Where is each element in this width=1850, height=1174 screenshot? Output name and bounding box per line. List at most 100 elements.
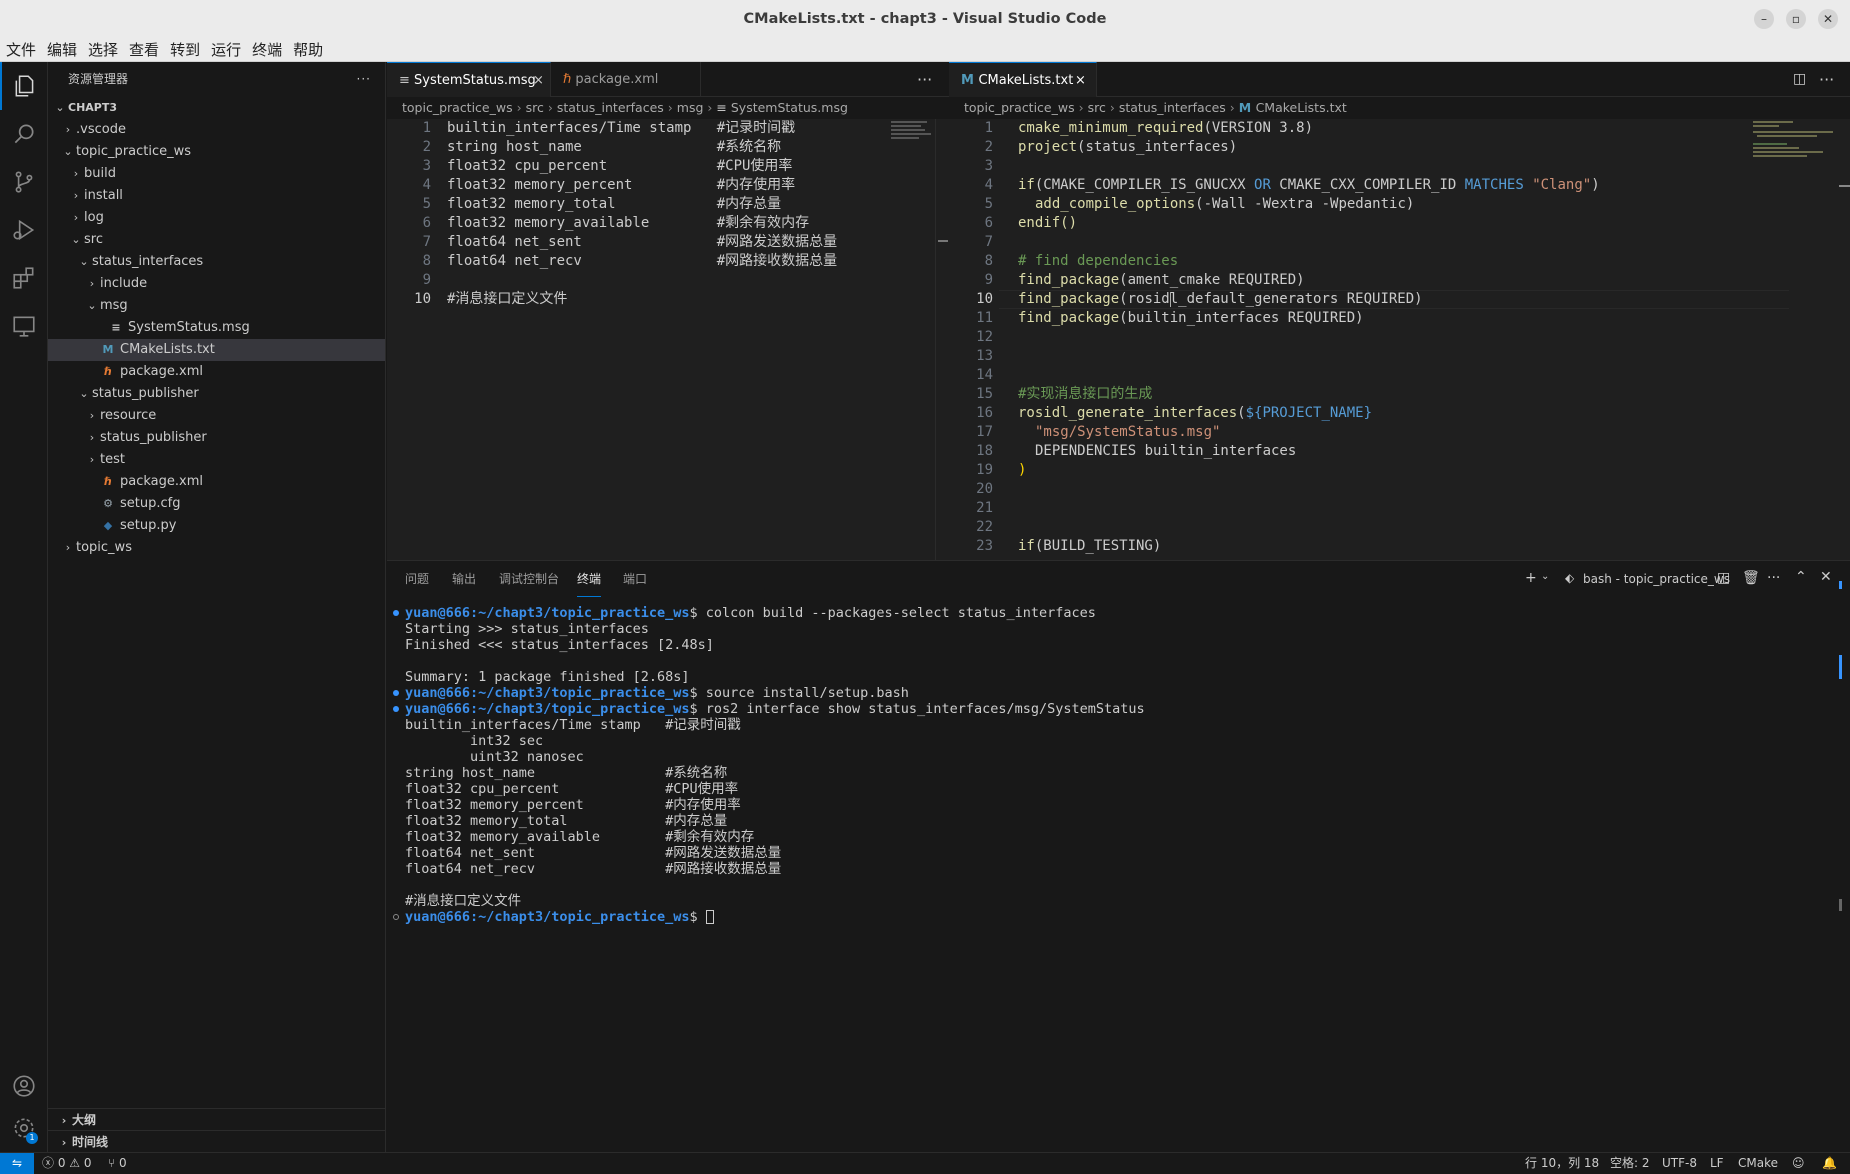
tree-folder[interactable]: › install <box>48 185 385 207</box>
menu-view[interactable]: 查看 <box>123 38 164 62</box>
tree-folder[interactable]: › test <box>48 449 385 471</box>
explorer-icon[interactable] <box>0 62 48 110</box>
encoding[interactable]: UTF-8 <box>1662 1153 1697 1173</box>
tab-systemstatus-msg[interactable]: ≡ SystemStatus.msg × <box>387 62 551 97</box>
language-mode[interactable]: CMake <box>1738 1153 1778 1173</box>
close-tab-icon[interactable]: × <box>533 63 544 98</box>
command-status-dot[interactable] <box>393 690 399 696</box>
crumb[interactable]: msg <box>677 100 704 115</box>
timeline-section[interactable]: › 时间线 <box>48 1130 385 1152</box>
chevron-down-icon[interactable]: ⌄ <box>1541 571 1549 582</box>
tree-folder[interactable]: ⌄ msg <box>48 295 385 317</box>
tab-debug-console[interactable]: 调试控制台 <box>499 561 559 597</box>
run-debug-icon[interactable] <box>0 206 48 254</box>
minimap[interactable] <box>883 119 935 159</box>
menu-go[interactable]: 转到 <box>164 38 205 62</box>
maximize-panel-icon[interactable]: ⌃ <box>1795 569 1807 585</box>
tree-file[interactable]: ℏ package.xml <box>48 471 385 493</box>
crumb[interactable]: CMakeLists.txt <box>1256 100 1347 115</box>
kill-terminal-icon[interactable]: 🗑 <box>1742 570 1760 586</box>
notifications-bell-icon[interactable]: 🔔 <box>1822 1153 1837 1173</box>
search-icon[interactable] <box>0 110 48 158</box>
crumb[interactable]: status_interfaces <box>1119 100 1226 115</box>
indentation[interactable]: 空格: 2 <box>1610 1153 1650 1173</box>
tree-item-label: src <box>84 232 103 247</box>
tab-problems[interactable]: 问题 <box>405 561 429 597</box>
terminal-name[interactable]: bash - topic_practice_ws <box>1583 561 1730 597</box>
crumb[interactable]: status_interfaces <box>557 100 664 115</box>
split-terminal-icon[interactable]: ◫ <box>1717 570 1730 586</box>
tree-file[interactable]: ⚙ setup.cfg <box>48 493 385 515</box>
terminal-output[interactable]: yuan@666:~/chapt3/topic_practice_ws$ col… <box>387 605 1850 1145</box>
close-tab-icon[interactable]: × <box>1075 63 1086 98</box>
extensions-icon[interactable] <box>0 254 48 302</box>
close-window-button[interactable]: ✕ <box>1818 9 1838 29</box>
remote-indicator-icon[interactable]: ⇋ <box>0 1153 34 1174</box>
tree-folder[interactable]: › include <box>48 273 385 295</box>
command-status-dot[interactable] <box>393 610 399 616</box>
manage-gear-icon[interactable]: 1 <box>0 1104 48 1152</box>
tree-folder[interactable]: ⌄ topic_practice_ws <box>48 141 385 163</box>
cursor-position[interactable]: 行 10，列 18 <box>1525 1153 1599 1173</box>
menu-edit[interactable]: 编辑 <box>41 38 82 62</box>
tree-folder[interactable]: › build <box>48 163 385 185</box>
tab-terminal[interactable]: 终端 <box>577 561 602 597</box>
end-of-line[interactable]: LF <box>1710 1153 1724 1173</box>
source-control-icon[interactable] <box>0 158 48 206</box>
command-status-dot[interactable] <box>393 914 399 920</box>
restore-button[interactable]: ▫ <box>1786 9 1806 29</box>
remote-explorer-icon[interactable] <box>0 302 48 350</box>
tree-folder[interactable]: ⌄ status_interfaces <box>48 251 385 273</box>
editor-actions-icon[interactable]: ··· <box>1819 62 1834 97</box>
tree-file[interactable]: ≡ SystemStatus.msg <box>48 317 385 339</box>
terminal-command: $ ros2 interface show status_interfaces/… <box>689 701 1145 717</box>
crumb[interactable]: src <box>1088 100 1106 115</box>
tree-folder[interactable]: › topic_ws <box>48 537 385 559</box>
crumb[interactable]: topic_practice_ws <box>402 100 513 115</box>
tab-ports[interactable]: 端口 <box>623 561 647 597</box>
menu-help[interactable]: 帮助 <box>287 38 328 62</box>
close-panel-icon[interactable]: ✕ <box>1820 569 1832 585</box>
vertical-scrollbar[interactable] <box>1839 119 1850 560</box>
more-actions-icon[interactable]: ··· <box>357 62 371 97</box>
tab-cmakelists[interactable]: M CMakeLists.txt × <box>949 62 1097 97</box>
tree-folder[interactable]: ⌄ src <box>48 229 385 251</box>
vertical-scrollbar[interactable] <box>936 119 949 560</box>
tree-file[interactable]: ◆ setup.py <box>48 515 385 537</box>
left-code-editor[interactable]: 1 builtin_interfaces/Time stamp #记录时间戳 2 st… <box>387 119 949 560</box>
menu-file[interactable]: 文件 <box>0 38 41 62</box>
crumb[interactable]: SystemStatus.msg <box>731 100 848 115</box>
tree-file[interactable]: ℏ package.xml <box>48 361 385 383</box>
tree-folder[interactable]: › .vscode <box>48 119 385 141</box>
tab-package-xml[interactable]: ℏ package.xml <box>551 62 701 97</box>
more-actions-icon[interactable]: ··· <box>1767 570 1780 586</box>
problems-status[interactable]: ⓧ 0 ⚠ 0 <box>42 1153 92 1173</box>
minimize-button[interactable]: – <box>1754 9 1774 29</box>
tree-folder[interactable]: ⌄ CHAPT3 <box>48 97 385 119</box>
crumb[interactable]: topic_practice_ws <box>964 100 1075 115</box>
tab-label: SystemStatus.msg <box>414 73 536 88</box>
tree-file[interactable]: M CMakeLists.txt <box>48 339 385 361</box>
tab-output[interactable]: 输出 <box>452 561 476 597</box>
right-code-editor[interactable]: cmake_minimum_required(VERSION 3.8) proj… <box>949 119 1850 560</box>
code-token: rosidl_generate_interfaces <box>1018 405 1238 421</box>
code-token: MATCHES <box>1464 177 1524 193</box>
menu-run[interactable]: 运行 <box>205 38 246 62</box>
tree-folder[interactable]: › log <box>48 207 385 229</box>
editor-actions-icon[interactable]: ··· <box>917 62 932 97</box>
menu-selection[interactable]: 选择 <box>82 38 123 62</box>
copilot-icon[interactable]: ☺ <box>1792 1153 1805 1173</box>
minimap[interactable] <box>1749 119 1839 199</box>
tree-folder[interactable]: ⌄ status_publisher <box>48 383 385 405</box>
split-editor-icon[interactable]: ◫ <box>1793 62 1806 97</box>
crumb[interactable]: src <box>526 100 544 115</box>
tree-folder[interactable]: › status_publisher <box>48 427 385 449</box>
command-status-dot[interactable] <box>393 706 399 712</box>
menu-terminal[interactable]: 终端 <box>246 38 287 62</box>
code-token: ${PROJECT_NAME} <box>1245 405 1373 421</box>
account-icon[interactable] <box>0 1062 48 1110</box>
tree-folder[interactable]: › resource <box>48 405 385 427</box>
outline-section[interactable]: › 大纲 <box>48 1108 385 1130</box>
new-terminal-icon[interactable]: + <box>1525 570 1537 586</box>
ports-status[interactable]: ⑂ 0 <box>108 1153 127 1173</box>
